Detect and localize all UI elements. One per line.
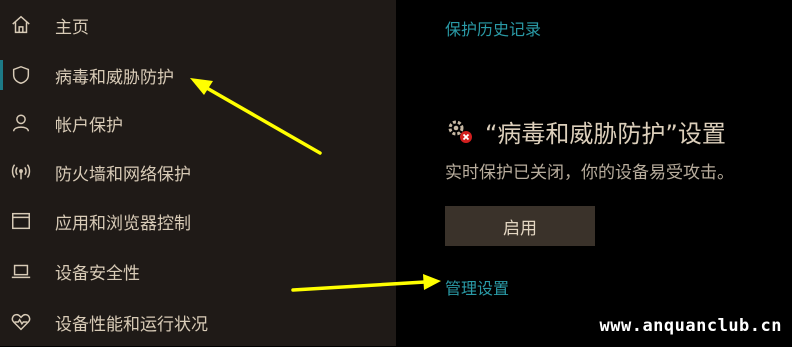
protection-history-link[interactable]: 保护历史记录 bbox=[445, 16, 541, 40]
sidebar-item-label: 防火墙和网络保护 bbox=[55, 164, 191, 185]
sidebar-item-device-health[interactable]: 设备性能和运行状况 bbox=[0, 297, 396, 347]
sidebar-item-label: 设备性能和运行状况 bbox=[55, 314, 208, 335]
sidebar-item-device-security[interactable]: 设备安全性 bbox=[0, 246, 396, 296]
sidebar-item-app-browser-control[interactable]: 应用和浏览器控制 bbox=[0, 196, 396, 246]
window-icon bbox=[9, 209, 33, 233]
sidebar-item-label: 帐户保护 bbox=[55, 115, 123, 136]
realtime-status-text: 实时保护已关闭，你的设备易受攻击。 bbox=[445, 163, 734, 183]
manage-settings-link[interactable]: 管理设置 bbox=[445, 275, 509, 299]
sidebar-item-account-protection[interactable]: 帐户保护 bbox=[0, 98, 396, 148]
heart-icon bbox=[9, 310, 33, 334]
sidebar-item-virus-protection[interactable]: 病毒和威胁防护 bbox=[0, 50, 396, 100]
sidebar-item-label: 应用和浏览器控制 bbox=[55, 213, 191, 234]
wifi-icon bbox=[9, 160, 33, 184]
home-icon bbox=[9, 13, 33, 37]
sidebar-item-label: 主页 bbox=[55, 17, 89, 38]
sidebar-item-firewall[interactable]: 防火墙和网络保护 bbox=[0, 147, 396, 197]
sidebar-item-label: 病毒和威胁防护 bbox=[55, 67, 174, 88]
person-icon bbox=[9, 111, 33, 135]
sidebar-item-label: 设备安全性 bbox=[55, 263, 140, 284]
sidebar: 主页 病毒和威胁防护 帐户保护 防火墙和网络保护 应用和浏览器控制 设备安全性 bbox=[0, 0, 396, 346]
section-title: “病毒和威胁防护”设置 bbox=[445, 114, 726, 149]
laptop-icon bbox=[9, 259, 33, 283]
section-title-text: “病毒和威胁防护”设置 bbox=[485, 120, 726, 148]
sidebar-item-home[interactable]: 主页 bbox=[0, 0, 396, 50]
enable-button[interactable]: 启用 bbox=[445, 206, 595, 246]
watermark: www.anquanclub.cn bbox=[599, 316, 782, 336]
settings-warning-icon bbox=[445, 117, 475, 147]
shield-icon bbox=[9, 63, 33, 87]
